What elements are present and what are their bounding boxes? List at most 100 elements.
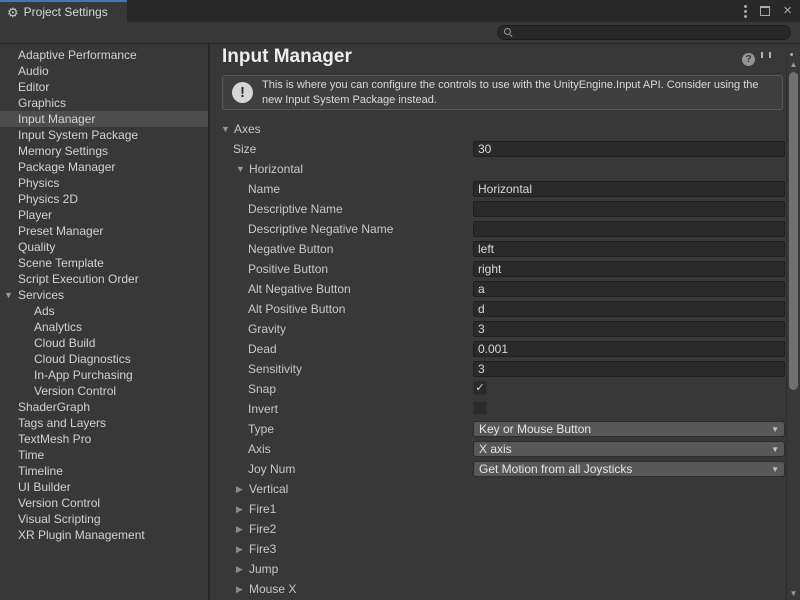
- sidebar-item-memory-settings[interactable]: Memory Settings: [0, 143, 208, 159]
- sidebar-item-label: Version Control: [34, 384, 116, 398]
- sidebar-item-version-control[interactable]: Version Control: [0, 495, 208, 511]
- sidebar-item-visual-scripting[interactable]: Visual Scripting: [0, 511, 208, 527]
- field-label: Type: [248, 419, 274, 439]
- sidebar-item-cloud-diagnostics[interactable]: Cloud Diagnostics: [0, 351, 208, 367]
- type-dropdown[interactable]: Key or Mouse Button▼: [473, 421, 785, 437]
- sidebar-item-input-system-package[interactable]: Input System Package: [0, 127, 208, 143]
- sidebar-item-physics-2d[interactable]: Physics 2D: [0, 191, 208, 207]
- field-label: Alt Positive Button: [248, 299, 345, 319]
- foldout-axes[interactable]: ▼Axes: [221, 119, 261, 139]
- sidebar-item-player[interactable]: Player: [0, 207, 208, 223]
- foldout-closed-icon: ▶: [236, 539, 245, 559]
- sidebar-item-label: Cloud Diagnostics: [34, 352, 131, 366]
- sidebar-item-tags-and-layers[interactable]: Tags and Layers: [0, 415, 208, 431]
- sensitivity-field[interactable]: 3: [473, 361, 785, 377]
- form-row-negative-button: Negative Button left: [210, 239, 786, 259]
- sidebar-item-quality[interactable]: Quality: [0, 239, 208, 255]
- axis-dropdown[interactable]: X axis▼: [473, 441, 785, 457]
- sidebar-item-ads[interactable]: Ads: [0, 303, 208, 319]
- sidebar-item-audio[interactable]: Audio: [0, 63, 208, 79]
- window-controls: ×: [744, 0, 792, 22]
- search-input[interactable]: [497, 25, 791, 40]
- gravity-field[interactable]: 3: [473, 321, 785, 337]
- sidebar-item-label: UI Builder: [18, 480, 71, 494]
- form-row-type: Type Key or Mouse Button▼: [210, 419, 786, 439]
- sidebar-item-cloud-build[interactable]: Cloud Build: [0, 335, 208, 351]
- sidebar-item-xr-plugin-management[interactable]: XR Plugin Management: [0, 527, 208, 543]
- sidebar-item-shadergraph[interactable]: ShaderGraph: [0, 399, 208, 415]
- sidebar-item-textmesh-pro[interactable]: TextMesh Pro: [0, 431, 208, 447]
- alt-positive-button-field[interactable]: d: [473, 301, 785, 317]
- field-label: Negative Button: [248, 239, 333, 259]
- form-row-vertical: ▶Vertical: [210, 479, 786, 499]
- sidebar-item-label: Adaptive Performance: [18, 48, 137, 62]
- sidebar-item-package-manager[interactable]: Package Manager: [0, 159, 208, 175]
- dead-field[interactable]: 0.001: [473, 341, 785, 357]
- sidebar-item-label: XR Plugin Management: [18, 528, 145, 542]
- foldout-jump[interactable]: ▶Jump: [236, 559, 278, 579]
- sidebar: Adaptive PerformanceAudioEditorGraphicsI…: [0, 44, 208, 600]
- foldout-mouse-x[interactable]: ▶Mouse X: [236, 579, 296, 599]
- form-row-snap: Snap✓: [210, 379, 786, 399]
- foldout-fire2[interactable]: ▶Fire2: [236, 519, 276, 539]
- tab-project-settings[interactable]: ⚙ Project Settings: [0, 0, 127, 22]
- foldout-label: Fire3: [249, 539, 276, 559]
- form-row-fire3: ▶Fire3: [210, 539, 786, 559]
- scrollbar-thumb[interactable]: [789, 72, 798, 390]
- field-label: Name: [248, 179, 280, 199]
- joy-num-dropdown[interactable]: Get Motion from all Joysticks▼: [473, 461, 785, 477]
- descriptive-negative-name-field[interactable]: [473, 221, 785, 237]
- sidebar-item-physics[interactable]: Physics: [0, 175, 208, 191]
- sidebar-item-scene-template[interactable]: Scene Template: [0, 255, 208, 271]
- sidebar-item-adaptive-performance[interactable]: Adaptive Performance: [0, 47, 208, 63]
- form-row-fire1: ▶Fire1: [210, 499, 786, 519]
- sidebar-item-in-app-purchasing[interactable]: In-App Purchasing: [0, 367, 208, 383]
- sidebar-item-label: TextMesh Pro: [18, 432, 91, 446]
- sidebar-item-ui-builder[interactable]: UI Builder: [0, 479, 208, 495]
- sidebar-item-label: Services: [18, 288, 64, 302]
- help-icon[interactable]: ?: [742, 53, 755, 66]
- foldout-closed-icon: ▶: [236, 559, 245, 579]
- chevron-down-icon: ▼: [771, 425, 779, 435]
- foldout-vertical[interactable]: ▶Vertical: [236, 479, 288, 499]
- close-icon[interactable]: ×: [783, 6, 792, 16]
- maximize-icon[interactable]: [760, 6, 770, 16]
- sidebar-item-timeline[interactable]: Timeline: [0, 463, 208, 479]
- alt-negative-button-field[interactable]: a: [473, 281, 785, 297]
- snap-checkbox[interactable]: ✓: [473, 381, 487, 395]
- sidebar-item-preset-manager[interactable]: Preset Manager: [0, 223, 208, 239]
- sidebar-item-time[interactable]: Time: [0, 447, 208, 463]
- invert-checkbox[interactable]: [473, 401, 487, 415]
- sidebar-item-graphics[interactable]: Graphics: [0, 95, 208, 111]
- form-row-joy-num: Joy NumGet Motion from all Joysticks▼: [210, 459, 786, 479]
- sidebar-item-label: Scene Template: [18, 256, 104, 270]
- sidebar-item-label: Quality: [18, 240, 55, 254]
- foldout-label: Horizontal: [249, 159, 303, 179]
- sidebar-item-label: Preset Manager: [18, 224, 103, 238]
- scroll-down-icon[interactable]: ▼: [787, 589, 800, 598]
- presets-icon[interactable]: [766, 54, 779, 65]
- foldout-label: Axes: [234, 119, 261, 139]
- scroll-up-icon[interactable]: ▲: [787, 60, 800, 69]
- sidebar-item-label: ShaderGraph: [18, 400, 90, 414]
- sidebar-item-version-control[interactable]: Version Control: [0, 383, 208, 399]
- positive-button-field[interactable]: right: [473, 261, 785, 277]
- sidebar-item-services[interactable]: ▼ Services: [0, 287, 208, 303]
- name-field[interactable]: Horizontal: [473, 181, 785, 197]
- foldout-fire3[interactable]: ▶Fire3: [236, 539, 276, 559]
- foldout-fire1[interactable]: ▶Fire1: [236, 499, 276, 519]
- descriptive-name-field[interactable]: [473, 201, 785, 217]
- sidebar-item-editor[interactable]: Editor: [0, 79, 208, 95]
- foldout-label: Fire1: [249, 499, 276, 519]
- vertical-scrollbar[interactable]: ▲ ▼: [786, 58, 800, 600]
- size-field[interactable]: 30: [473, 141, 785, 157]
- negative-button-field[interactable]: left: [473, 241, 785, 257]
- field-label: Positive Button: [248, 259, 328, 279]
- sidebar-item-analytics[interactable]: Analytics: [0, 319, 208, 335]
- foldout-open-icon[interactable]: ▼: [4, 287, 13, 303]
- foldout-horizontal[interactable]: ▼Horizontal: [236, 159, 303, 179]
- window-menu-icon[interactable]: [744, 10, 747, 13]
- dropdown-value: Get Motion from all Joysticks: [479, 462, 632, 476]
- sidebar-item-script-execution-order[interactable]: Script Execution Order: [0, 271, 208, 287]
- sidebar-item-input-manager[interactable]: Input Manager: [0, 111, 208, 127]
